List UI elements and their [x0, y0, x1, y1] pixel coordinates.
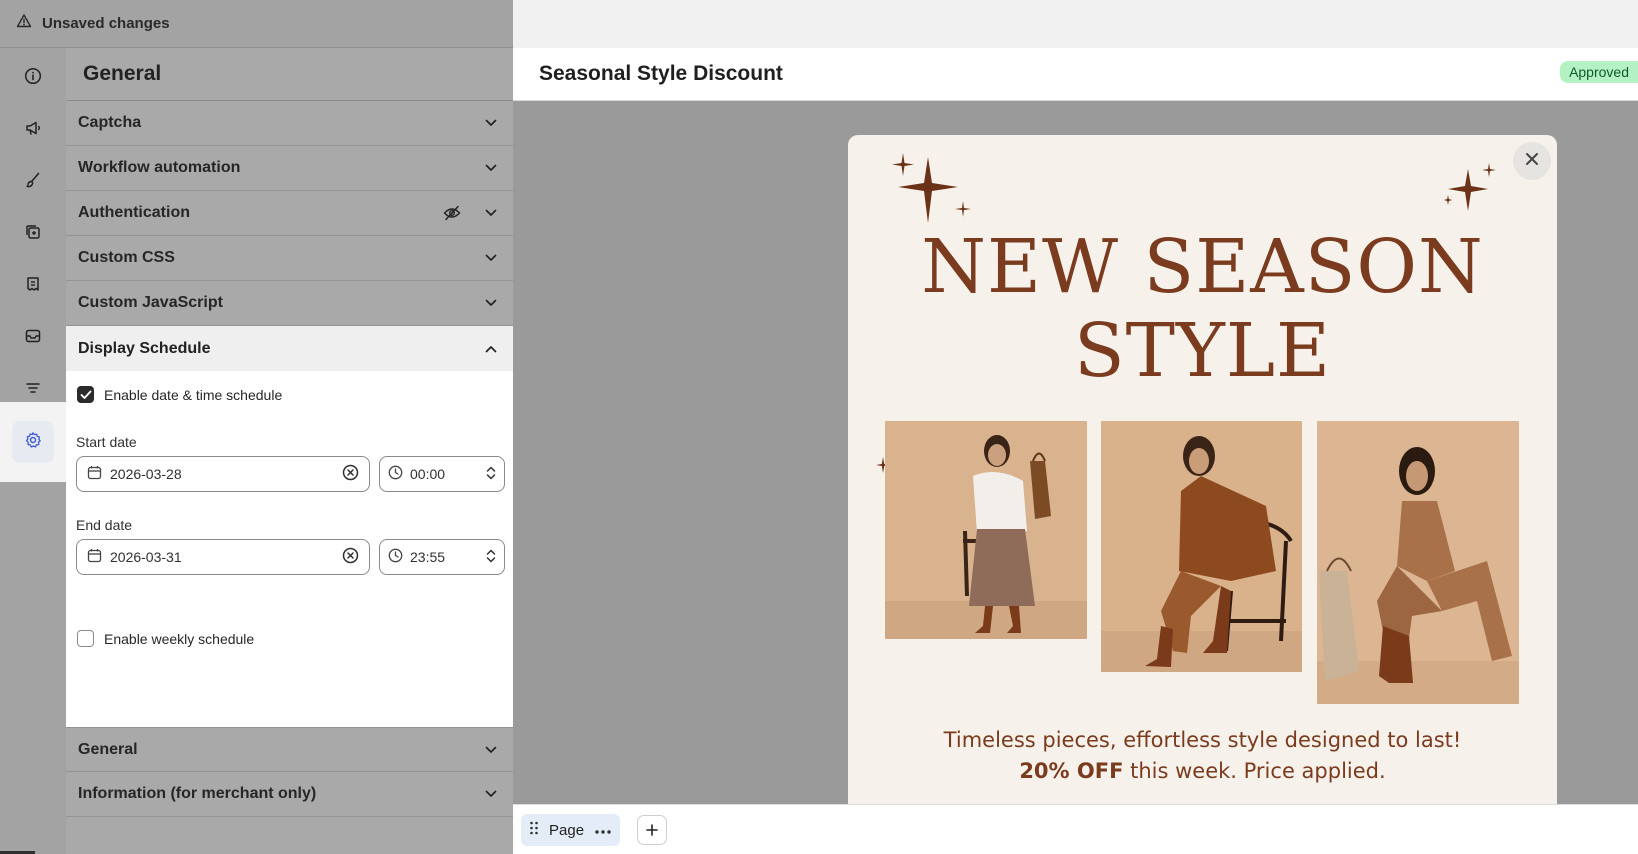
sparkle-decoration [892, 153, 971, 223]
rail-campaign-button[interactable] [0, 104, 66, 156]
mail-icon [24, 327, 42, 350]
sparkle-decoration [1444, 163, 1496, 211]
chevron-down-icon [481, 203, 501, 223]
end-date-label: End date [76, 517, 133, 533]
calendar-icon [87, 548, 102, 566]
enable-weekly-checkbox[interactable] [77, 630, 94, 647]
settings-icon [24, 431, 42, 454]
section-label: Custom CSS [78, 249, 175, 266]
enable-weekly-label: Enable weekly schedule [104, 630, 255, 647]
chevron-down-icon [481, 293, 501, 313]
filter-icon [24, 379, 42, 402]
rail-design-button[interactable] [0, 156, 66, 208]
page-tab[interactable]: Page [521, 814, 621, 846]
start-time-input[interactable]: 00:00 [379, 456, 505, 492]
chevron-down-icon [481, 248, 501, 268]
settings-panel: General Captcha Workflow automation Auth… [66, 48, 513, 854]
enable-weekly-row[interactable]: Enable weekly schedule [77, 630, 254, 647]
plus-icon [646, 819, 658, 842]
popup-subtext: Timeless pieces, effortless style design… [848, 725, 1557, 787]
close-icon [1525, 152, 1539, 171]
headline-line-2: STYLE [1073, 308, 1332, 394]
page-tab-label: Page [549, 821, 585, 839]
chevron-down-icon [481, 158, 501, 178]
section-label: Display Schedule [78, 339, 211, 357]
end-time-input[interactable]: 23:55 [379, 539, 505, 575]
start-date-value: 2026-03-28 [110, 466, 182, 482]
layers-add-icon [24, 223, 42, 246]
product-photo-1 [885, 421, 1087, 639]
section-custom-css[interactable]: Custom CSS [66, 236, 513, 281]
calendar-icon [87, 465, 102, 483]
pages-bar: Page [513, 804, 1638, 854]
section-label: Workflow automation [78, 159, 241, 176]
receipt-icon [24, 275, 42, 298]
chevron-down-icon [481, 784, 501, 804]
section-custom-javascript[interactable]: Custom JavaScript [66, 281, 513, 326]
drag-handle-icon[interactable] [529, 821, 539, 839]
section-display-schedule[interactable]: Display Schedule [66, 326, 513, 371]
section-label: Captcha [78, 114, 142, 131]
subtext-line-1: Timeless pieces, effortless style design… [943, 728, 1462, 752]
status-badge: Approved [1560, 61, 1638, 83]
section-information[interactable]: Information (for merchant only) [66, 772, 513, 817]
headline-line-1: NEW SEASON [921, 224, 1484, 310]
more-options-icon[interactable] [594, 822, 612, 839]
info-icon [24, 67, 42, 90]
discount-highlight: 20% OFF [1019, 759, 1124, 783]
clock-icon [388, 465, 403, 483]
unsaved-changes-text: Unsaved changes [42, 15, 170, 32]
clear-icon[interactable] [342, 464, 359, 484]
stepper-icon[interactable] [486, 548, 496, 567]
section-workflow-automation[interactable]: Workflow automation [66, 146, 513, 191]
section-general[interactable]: General [66, 727, 513, 772]
end-time-value: 23:55 [410, 549, 446, 565]
section-captcha[interactable]: Captcha [66, 101, 513, 146]
chevron-down-icon [481, 113, 501, 133]
enable-datetime-row[interactable]: Enable date & time schedule [77, 386, 282, 403]
popup-close-button[interactable] [1513, 142, 1551, 180]
rail-info-button[interactable] [0, 52, 66, 104]
chevron-down-icon [481, 740, 501, 760]
section-label: Custom JavaScript [78, 294, 223, 311]
start-date-input[interactable]: 2026-03-28 [76, 456, 370, 492]
subtext-line-2: 20% OFF this week. Price applied. [848, 756, 1557, 787]
clear-icon[interactable] [342, 547, 359, 567]
product-photo-3 [1317, 421, 1519, 704]
topbar-right-area [513, 0, 1638, 48]
add-page-button[interactable] [637, 815, 667, 845]
popup-headline: NEW SEASON STYLE [848, 225, 1557, 393]
display-schedule-body: Enable date & time schedule Start date 2… [66, 371, 513, 727]
start-time-value: 00:00 [410, 466, 446, 482]
panel-title: General [66, 48, 513, 101]
rail-settings-button[interactable] [0, 402, 66, 482]
rail-email-button[interactable] [0, 312, 66, 364]
section-label: Authentication [78, 204, 190, 221]
warning-icon [16, 13, 32, 34]
preview-header: Seasonal Style Discount Approved [513, 48, 1638, 101]
rail-layers-button[interactable] [0, 208, 66, 260]
brush-icon [24, 171, 42, 194]
subtext-rest: this week. Price applied. [1123, 759, 1386, 783]
megaphone-icon [24, 119, 42, 142]
clock-icon [388, 548, 403, 566]
product-photo-2 [1101, 421, 1302, 672]
popup-preview[interactable]: NEW SEASON STYLE Timeless pieces, effort… [848, 135, 1557, 804]
enable-datetime-checkbox[interactable] [77, 386, 94, 403]
end-date-value: 2026-03-31 [110, 549, 182, 565]
preview-canvas: NEW SEASON STYLE Timeless pieces, effort… [513, 101, 1638, 804]
enable-datetime-label: Enable date & time schedule [104, 386, 283, 403]
rail-receipt-button[interactable] [0, 260, 66, 312]
icon-rail [0, 48, 66, 854]
eye-off-icon [443, 203, 463, 223]
section-authentication[interactable]: Authentication [66, 191, 513, 236]
end-date-input[interactable]: 2026-03-31 [76, 539, 370, 575]
chevron-up-icon [481, 339, 501, 359]
campaign-title: Seasonal Style Discount [539, 62, 783, 85]
section-label: General [78, 740, 138, 758]
unsaved-changes-bar: Unsaved changes [0, 0, 513, 48]
stepper-icon[interactable] [486, 465, 496, 484]
section-label: Information (for merchant only) [78, 785, 317, 802]
start-date-label: Start date [76, 434, 137, 450]
